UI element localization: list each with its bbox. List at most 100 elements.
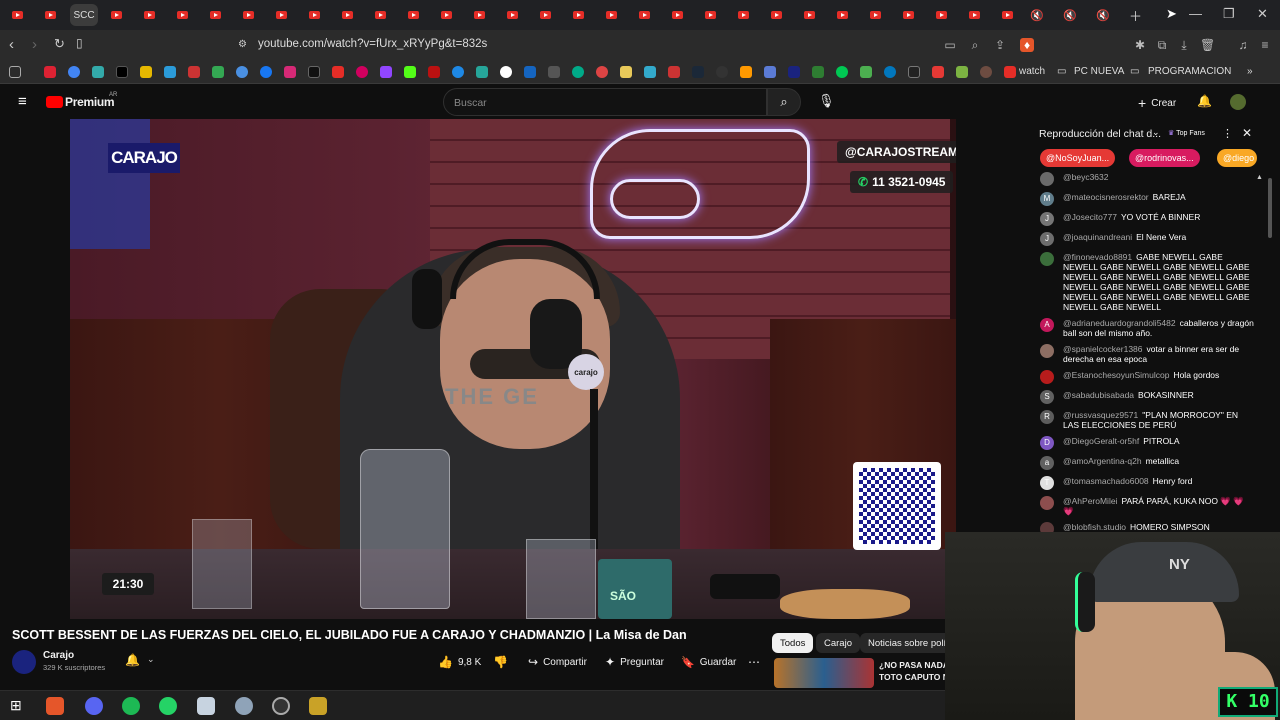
app-icon[interactable] bbox=[235, 697, 253, 715]
brave-icon[interactable] bbox=[46, 697, 64, 715]
kick-icon[interactable] bbox=[404, 66, 416, 78]
tab-youtube[interactable] bbox=[140, 6, 158, 24]
whatsapp-icon[interactable] bbox=[159, 697, 177, 715]
chat-avatar[interactable]: D bbox=[1040, 436, 1054, 450]
forward-button[interactable]: › bbox=[32, 36, 37, 53]
chat-avatar[interactable] bbox=[1040, 252, 1054, 266]
bookmark-watch[interactable]: watch bbox=[1019, 66, 1045, 77]
bookmark-icon[interactable] bbox=[908, 66, 920, 78]
bookmark-icon[interactable] bbox=[668, 66, 680, 78]
tab-youtube[interactable] bbox=[536, 6, 554, 24]
media-icon[interactable]: ♫ bbox=[1236, 38, 1250, 52]
hamburger-menu-icon[interactable]: ≡ bbox=[18, 93, 27, 110]
tab-youtube[interactable] bbox=[470, 6, 488, 24]
chat-avatar[interactable]: R bbox=[1040, 410, 1054, 424]
avatar[interactable] bbox=[1230, 94, 1246, 110]
github-icon[interactable] bbox=[716, 66, 728, 78]
tab-youtube[interactable] bbox=[932, 6, 950, 24]
bookmark-icon[interactable] bbox=[572, 66, 584, 78]
tab-youtube[interactable] bbox=[701, 6, 719, 24]
tab-youtube[interactable] bbox=[800, 6, 818, 24]
tab-youtube[interactable] bbox=[899, 6, 917, 24]
search-input[interactable]: Buscar bbox=[443, 88, 767, 116]
chat-author[interactable]: @EstanochesoyunSimulcop bbox=[1063, 370, 1169, 380]
close-chat-icon[interactable]: ✕ bbox=[1242, 126, 1252, 140]
bookmark-icon[interactable] bbox=[116, 66, 128, 78]
chat-author[interactable]: @joaquinandreani bbox=[1063, 232, 1132, 242]
chat-author[interactable]: @finonevado8891 bbox=[1063, 252, 1132, 262]
more-actions-icon[interactable]: ⋯ bbox=[748, 650, 760, 674]
bookmark-icon[interactable] bbox=[548, 66, 560, 78]
tab-youtube[interactable] bbox=[965, 6, 983, 24]
chat-message[interactable]: @AhPeroMilei PARÁ PARÁ, KUKA NOO 💗 💗 💗 bbox=[1026, 493, 1260, 519]
reload-button[interactable]: ↻ bbox=[54, 36, 65, 52]
filter-carajo[interactable]: Carajo bbox=[816, 633, 860, 653]
chat-avatar[interactable]: J bbox=[1040, 232, 1054, 246]
video-player[interactable]: THE GE carajo SÃO CARAJO @CARAJOSTREAM ✆… bbox=[70, 119, 956, 619]
facebook-icon[interactable] bbox=[260, 66, 272, 78]
tab-youtube[interactable] bbox=[305, 6, 323, 24]
tab-muted[interactable]: 🔇 bbox=[1061, 6, 1079, 24]
brave-shield-icon[interactable]: ♦ bbox=[1020, 38, 1034, 52]
chat-avatar[interactable]: a bbox=[1040, 456, 1054, 470]
bookmark-icon[interactable] bbox=[356, 66, 368, 78]
channel-avatar[interactable] bbox=[12, 650, 36, 674]
windows-start-icon[interactable]: ⊞ bbox=[10, 697, 28, 715]
save-button[interactable]: 🔖 Guardar bbox=[681, 650, 736, 674]
tab-youtube[interactable] bbox=[371, 6, 389, 24]
chat-message[interactable]: M @mateocisnerosrektor BAREJA bbox=[1026, 189, 1260, 209]
youtube-logo-icon[interactable] bbox=[46, 96, 63, 108]
league-icon[interactable] bbox=[309, 697, 327, 715]
chat-avatar[interactable] bbox=[1040, 172, 1054, 186]
bookmark-icon[interactable] bbox=[620, 66, 632, 78]
chat-message[interactable]: J @joaquinandreani El Nene Vera bbox=[1026, 229, 1260, 249]
more-bookmarks-icon[interactable]: » bbox=[1247, 66, 1253, 77]
steam-icon[interactable] bbox=[692, 66, 704, 78]
chat-avatar[interactable] bbox=[1040, 496, 1054, 510]
tab-youtube[interactable] bbox=[338, 6, 356, 24]
tab-youtube[interactable] bbox=[734, 6, 752, 24]
bookmark-icon[interactable] bbox=[764, 66, 776, 78]
sidebar-toggle-icon[interactable]: ▯ bbox=[76, 36, 83, 50]
tab-muted[interactable]: 🔇 bbox=[1094, 6, 1112, 24]
ask-button[interactable]: ✦ Preguntar bbox=[605, 650, 664, 674]
discord-icon[interactable] bbox=[85, 697, 103, 715]
cast-icon[interactable]: ▭ bbox=[943, 38, 957, 52]
tab-youtube[interactable] bbox=[668, 6, 686, 24]
chat-author[interactable]: @russvasquez9571 bbox=[1063, 410, 1138, 420]
bookmark-icon[interactable] bbox=[524, 66, 536, 78]
top-fan-chip[interactable]: @rodrinovas... bbox=[1129, 149, 1200, 167]
bookmark-programacion[interactable]: PROGRAMACION bbox=[1148, 66, 1231, 77]
chat-message[interactable]: @finonevado8891 GABE NEWELL GABE NEWELL G… bbox=[1026, 249, 1260, 315]
tab-active[interactable]: SCC bbox=[70, 4, 98, 26]
tab-youtube[interactable] bbox=[404, 6, 422, 24]
bookmark-icon[interactable] bbox=[452, 66, 464, 78]
chat-message[interactable]: J @Josecito777 YO VOTÉ A BINNER bbox=[1026, 209, 1260, 229]
tab-youtube[interactable] bbox=[206, 6, 224, 24]
tab-youtube[interactable] bbox=[107, 6, 125, 24]
filter-todos[interactable]: Todos bbox=[772, 633, 814, 653]
chat-author[interactable]: @tomasmachado6008 bbox=[1063, 476, 1149, 486]
tab-youtube[interactable] bbox=[635, 6, 653, 24]
like-button[interactable]: 👍 9,8 K bbox=[438, 650, 481, 674]
chat-message[interactable]: A @adrianeduardograndoli5482 caballeros y … bbox=[1026, 315, 1260, 341]
chat-author[interactable]: @amoArgentina-q2h bbox=[1063, 456, 1142, 466]
apps-grid-icon[interactable] bbox=[9, 66, 21, 78]
bookmark-icon[interactable] bbox=[236, 66, 248, 78]
bookmark-icon[interactable] bbox=[140, 66, 152, 78]
bookmark-icon[interactable] bbox=[836, 66, 848, 78]
tab-youtube[interactable] bbox=[569, 6, 587, 24]
restore-button[interactable]: ❐ bbox=[1223, 6, 1235, 22]
zoom-icon[interactable]: ⌕ bbox=[968, 38, 982, 52]
notepad-icon[interactable] bbox=[197, 697, 215, 715]
related-video[interactable]: ¿NO PASA NADA TOTO CAPUTO NO bbox=[774, 658, 956, 688]
chat-message[interactable]: D @DiegoGeralt-or5hf PITROLA bbox=[1026, 433, 1260, 453]
chat-avatar[interactable]: A bbox=[1040, 318, 1054, 332]
chat-author[interactable]: @beyc3632 bbox=[1063, 172, 1109, 182]
bookmark-icon[interactable] bbox=[644, 66, 656, 78]
create-button[interactable]: + Crear bbox=[1138, 95, 1176, 111]
trash-icon[interactable]: 🗑 bbox=[1200, 38, 1215, 52]
bookmark-icon[interactable] bbox=[164, 66, 176, 78]
tab-youtube[interactable] bbox=[998, 6, 1016, 24]
chat-message[interactable]: @blobfish.studio HOMERO SIMPSON bbox=[1026, 519, 1260, 532]
